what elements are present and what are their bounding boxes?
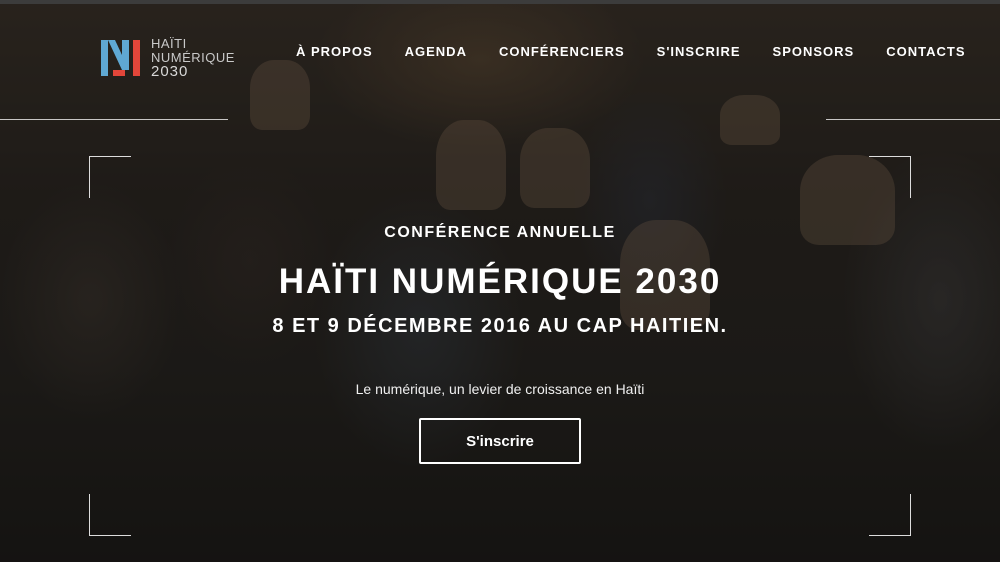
frame-corner-bottom-left bbox=[89, 494, 131, 536]
nav-item-agenda[interactable]: AGENDA bbox=[405, 44, 467, 59]
logo-line-3: 2030 bbox=[151, 63, 189, 80]
nav-item-a-propos[interactable]: À PROPOS bbox=[296, 44, 373, 59]
nav-item-sponsors[interactable]: SPONSORS bbox=[773, 44, 855, 59]
nav-item-sinscrire[interactable]: S'INSCRIRE bbox=[657, 44, 741, 59]
nav-item-contacts[interactable]: CONTACTS bbox=[886, 44, 965, 59]
main-nav: À PROPOS AGENDA CONFÉRENCIERS S'INSCRIRE… bbox=[296, 44, 966, 59]
frame-corner-top-left bbox=[89, 156, 131, 198]
site-logo[interactable]: HAÏTI NUMÉRIQUE 2030 bbox=[100, 36, 235, 80]
logo-wordmark: HAÏTI NUMÉRIQUE 2030 bbox=[151, 36, 235, 80]
register-button[interactable]: S'inscrire bbox=[419, 418, 581, 464]
hero-title: HAÏTI NUMÉRIQUE 2030 bbox=[278, 262, 722, 301]
divider-right bbox=[826, 119, 1000, 120]
hero-eyebrow: CONFÉRENCE ANNUELLE bbox=[384, 224, 616, 241]
top-bar bbox=[0, 0, 1000, 4]
hero-tagline: Le numérique, un levier de croissance en… bbox=[355, 381, 645, 397]
divider-left bbox=[0, 119, 228, 120]
frame-corner-bottom-right bbox=[869, 494, 911, 536]
frame-corner-top-right bbox=[869, 156, 911, 198]
nav-item-conferenciers[interactable]: CONFÉRENCIERS bbox=[499, 44, 625, 59]
logo-mark-icon bbox=[101, 40, 140, 76]
logo-line-1: HAÏTI bbox=[151, 36, 187, 51]
hero-dates: 8 ET 9 DÉCEMBRE 2016 AU CAP HAITIEN. bbox=[272, 315, 728, 337]
